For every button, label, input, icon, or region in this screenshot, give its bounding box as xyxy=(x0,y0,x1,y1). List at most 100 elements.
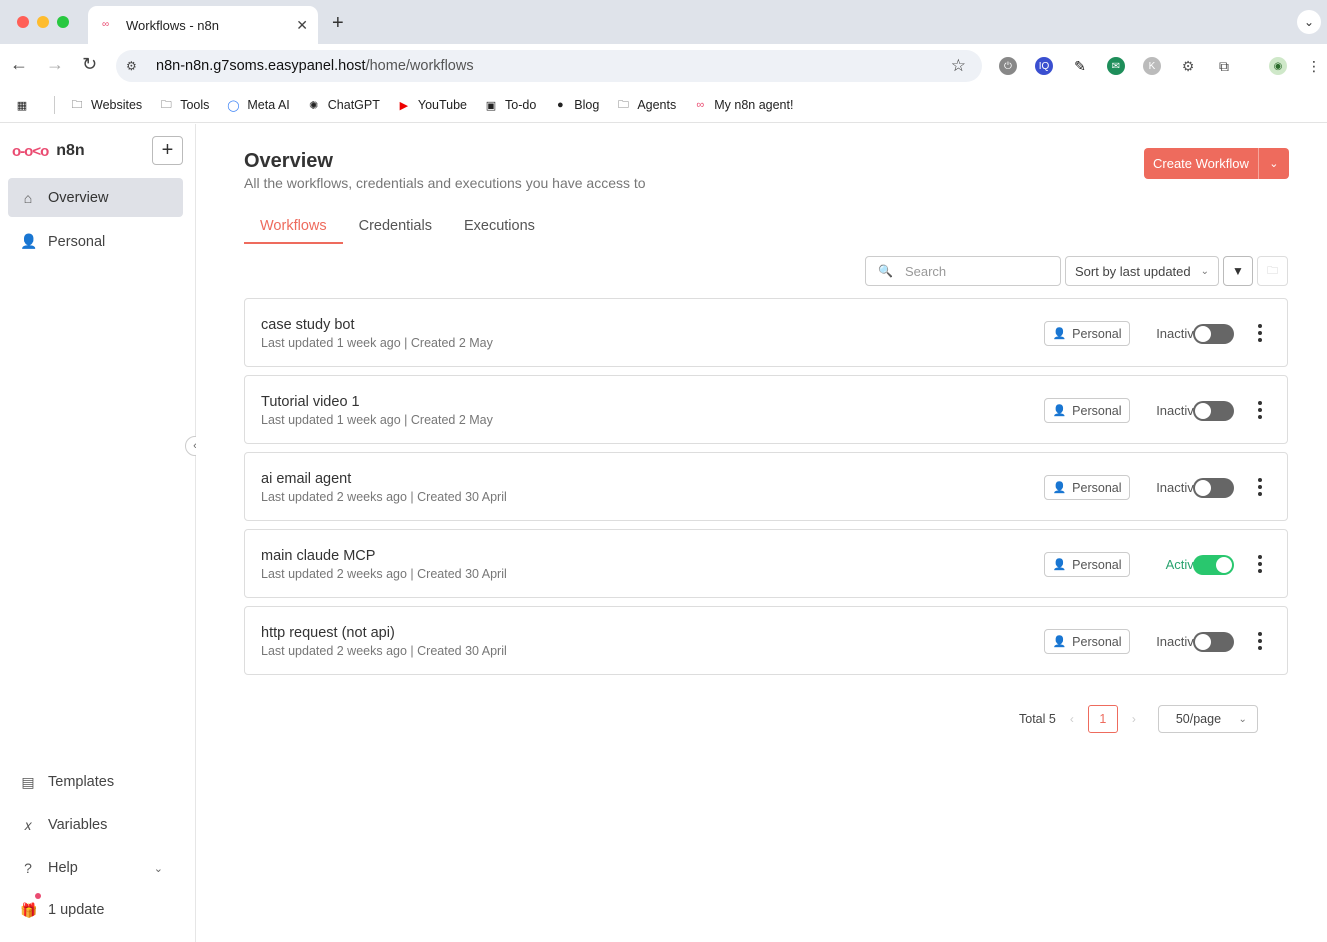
bookmark-youtube[interactable]: ▶ YouTube xyxy=(396,98,467,112)
new-folder-button[interactable]: 🗀 xyxy=(1257,256,1288,286)
reload-icon[interactable]: ↻ xyxy=(82,54,97,75)
more-options-icon[interactable] xyxy=(1255,321,1265,345)
extension-gear-icon[interactable]: ⚙ xyxy=(1179,57,1197,75)
bookmark-chatgpt[interactable]: ✺ ChatGPT xyxy=(306,98,380,112)
active-toggle[interactable] xyxy=(1193,632,1234,652)
new-tab-icon[interactable]: + xyxy=(332,12,344,35)
more-options-icon[interactable] xyxy=(1255,475,1265,499)
workflow-card[interactable]: http request (not api) Last updated 2 we… xyxy=(244,606,1288,675)
page-number[interactable]: 1 xyxy=(1087,705,1118,733)
url-host: n8n-n8n.g7soms.easypanel.host xyxy=(156,58,366,74)
notification-dot xyxy=(35,893,41,899)
eyedropper-icon[interactable]: ✎ xyxy=(1071,57,1089,75)
tabs: Workflows Credentials Executions xyxy=(244,212,551,244)
address-bar[interactable]: ⚙ n8n-n8n.g7soms.easypanel.host/home/wor… xyxy=(116,50,982,82)
pagination: Total 5 ‹ 1 › 50/page ⌄ xyxy=(1019,705,1258,733)
active-toggle[interactable] xyxy=(1193,324,1234,344)
total-count: Total 5 xyxy=(1019,712,1056,726)
profile-avatar[interactable]: ◉ xyxy=(1269,57,1287,75)
active-toggle[interactable] xyxy=(1193,555,1234,575)
youtube-icon: ▶ xyxy=(399,99,409,112)
bookmark-websites[interactable]: 🗀 Websites xyxy=(69,98,143,112)
todo-icon: ▣ xyxy=(485,99,497,112)
sidebar-item-help[interactable]: ? Help ⌄ xyxy=(8,853,183,883)
sidebar-item-overview[interactable]: ⌂ Overview xyxy=(8,178,183,217)
workflow-meta: Last updated 2 weeks ago | Created 30 Ap… xyxy=(261,567,507,581)
bookmark-todo[interactable]: ▣ To-do xyxy=(483,98,536,112)
bookmark-my-n8n-agent[interactable]: ∞ My n8n agent! xyxy=(692,98,793,112)
bookmark-meta-ai[interactable]: ◯ Meta AI xyxy=(225,98,290,112)
sidebar-item-personal[interactable]: 👤 Personal xyxy=(8,222,183,261)
forward-icon[interactable]: → xyxy=(46,54,64,75)
browser-tab[interactable]: ∞ Workflows - n8n ✕ xyxy=(88,6,318,44)
workflow-card[interactable]: case study bot Last updated 1 week ago |… xyxy=(244,298,1288,367)
workflow-card[interactable]: ai email agent Last updated 2 weeks ago … xyxy=(244,452,1288,521)
filter-button[interactable]: ▼ xyxy=(1223,256,1253,286)
sidebar-item-variables[interactable]: 𝑥 Variables xyxy=(8,810,183,840)
workflow-name[interactable]: http request (not api) xyxy=(261,625,395,641)
tab-search-icon[interactable]: ⌄ xyxy=(1297,10,1321,34)
owner-badge: 👤 Personal xyxy=(1044,398,1130,423)
browser-menu-icon[interactable]: ⋮ xyxy=(1305,57,1323,75)
more-options-icon[interactable] xyxy=(1255,629,1265,653)
workflow-name[interactable]: case study bot xyxy=(261,317,355,333)
owner-badge: 👤 Personal xyxy=(1044,629,1130,654)
main-content: Overview All the workflows, credentials … xyxy=(196,124,1327,942)
folder-icon: 🗀 xyxy=(1267,264,1278,277)
extension-power-icon[interactable]: ⏻ xyxy=(999,57,1017,75)
active-toggle[interactable] xyxy=(1193,401,1234,421)
more-options-icon[interactable] xyxy=(1255,398,1265,422)
prev-page-icon[interactable]: ‹ xyxy=(1070,712,1074,726)
extensions-puzzle-icon[interactable]: ⧉ xyxy=(1215,57,1233,75)
tab-workflows[interactable]: Workflows xyxy=(244,212,343,244)
more-options-icon[interactable] xyxy=(1255,552,1265,576)
minimize-window-button[interactable] xyxy=(37,16,49,28)
close-tab-icon[interactable]: ✕ xyxy=(296,17,308,34)
sidebar-item-templates[interactable]: ▤ Templates xyxy=(8,767,183,797)
browser-toolbar: ← → ↻ ⚙ n8n-n8n.g7soms.easypanel.host/ho… xyxy=(0,44,1327,88)
search-icon: 🔍 xyxy=(878,264,893,278)
sidebar-item-label: Help xyxy=(48,860,78,876)
extension-iq-icon[interactable]: IQ xyxy=(1035,57,1053,75)
apps-grid-icon[interactable]: ▦ xyxy=(14,98,36,112)
extension-mail-icon[interactable]: ✉ xyxy=(1107,57,1125,75)
workflow-card[interactable]: main claude MCP Last updated 2 weeks ago… xyxy=(244,529,1288,598)
extension-k-icon[interactable]: K xyxy=(1143,57,1161,75)
back-icon[interactable]: ← xyxy=(10,54,28,75)
sort-select[interactable]: Sort by last updated ⌄ xyxy=(1065,256,1219,286)
sidebar-item-updates[interactable]: 🎁 1 update xyxy=(8,893,183,925)
github-icon: ● xyxy=(556,99,564,111)
n8n-favicon-icon: ∞ xyxy=(102,19,110,30)
tab-credentials[interactable]: Credentials xyxy=(343,212,448,244)
filter-icon: ▼ xyxy=(1232,264,1244,278)
tab-executions[interactable]: Executions xyxy=(448,212,551,244)
workflow-card[interactable]: Tutorial video 1 Last updated 1 week ago… xyxy=(244,375,1288,444)
user-icon: 👤 xyxy=(1052,636,1067,648)
user-icon: 👤 xyxy=(1052,328,1067,340)
workflow-name[interactable]: ai email agent xyxy=(261,471,351,487)
search-input[interactable]: 🔍 Search xyxy=(865,256,1061,286)
close-window-button[interactable] xyxy=(17,16,29,28)
help-icon: ? xyxy=(24,860,32,876)
browser-tab-bar: ∞ Workflows - n8n ✕ + ⌄ xyxy=(0,0,1327,44)
workflow-name[interactable]: main claude MCP xyxy=(261,548,375,564)
tab-title: Workflows - n8n xyxy=(126,17,219,33)
create-workflow-button[interactable]: Create Workflow xyxy=(1144,148,1259,179)
owner-badge: 👤 Personal xyxy=(1044,475,1130,500)
n8n-logo[interactable]: o-o<o n8n xyxy=(12,142,85,160)
site-info-icon[interactable]: ⚙ xyxy=(126,59,144,73)
bookmark-agents[interactable]: 🗀 Agents xyxy=(615,98,676,112)
workflow-name[interactable]: Tutorial video 1 xyxy=(261,394,360,410)
bookmark-blog[interactable]: ● Blog xyxy=(552,98,599,112)
active-toggle[interactable] xyxy=(1193,478,1234,498)
chevron-down-icon: ⌄ xyxy=(153,862,163,875)
bookmark-star-icon[interactable]: ☆ xyxy=(951,56,966,76)
maximize-window-button[interactable] xyxy=(57,16,69,28)
page-size-select[interactable]: 50/page ⌄ xyxy=(1157,705,1258,733)
sidebar-item-label: Templates xyxy=(48,774,115,790)
workflow-meta: Last updated 2 weeks ago | Created 30 Ap… xyxy=(261,644,507,658)
bookmark-tools[interactable]: 🗀 Tools xyxy=(158,98,210,112)
add-button[interactable]: + xyxy=(152,136,183,165)
chevron-down-icon[interactable]: ⌄ xyxy=(1258,148,1289,179)
next-page-icon[interactable]: › xyxy=(1132,712,1136,726)
